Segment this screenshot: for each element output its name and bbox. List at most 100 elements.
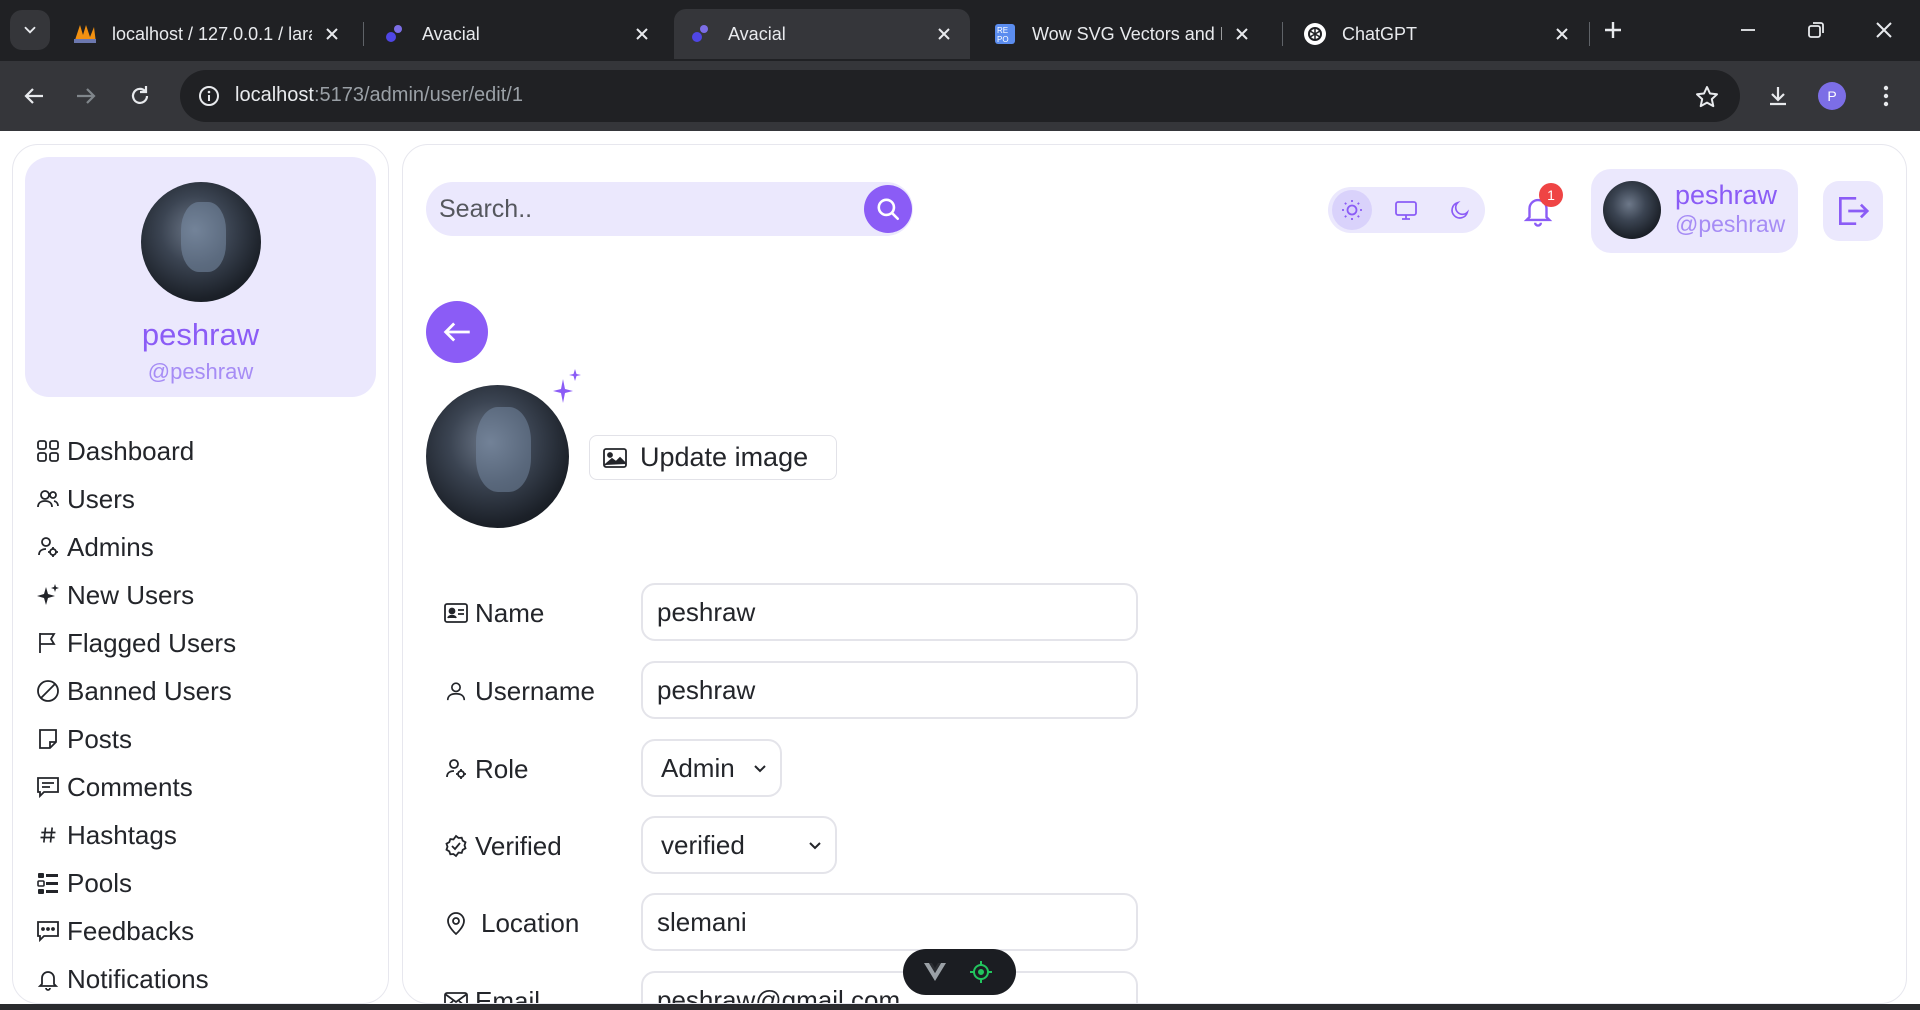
- tab-search-button[interactable]: [10, 10, 50, 50]
- email-field[interactable]: [641, 971, 1138, 1003]
- profile-avatar: P: [1818, 82, 1846, 110]
- search-icon: [877, 198, 900, 221]
- arrow-right-icon: [77, 88, 96, 104]
- avatar: [141, 182, 261, 302]
- sidebar-item-posts[interactable]: Posts: [35, 715, 375, 763]
- browser-menu-button[interactable]: [1866, 76, 1906, 116]
- restore-icon: [1808, 22, 1824, 38]
- minimize-button[interactable]: [1728, 10, 1768, 50]
- downloads-button[interactable]: [1758, 76, 1798, 116]
- back-button[interactable]: [426, 301, 488, 363]
- tab-separator: [363, 22, 364, 46]
- logout-button[interactable]: [1823, 181, 1883, 241]
- admin-icon: [35, 534, 61, 560]
- profile-handle: @peshraw: [147, 359, 254, 384]
- verified-select[interactable]: verified: [641, 816, 837, 874]
- system-theme-button[interactable]: [1386, 190, 1426, 230]
- user-profile-chip[interactable]: peshraw @peshraw: [1591, 169, 1798, 253]
- search-input[interactable]: [426, 182, 846, 236]
- devtools-toolbar[interactable]: [903, 949, 1016, 995]
- role-select[interactable]: Admin: [641, 739, 782, 797]
- dark-theme-button[interactable]: [1440, 190, 1480, 230]
- close-icon: [1876, 22, 1892, 38]
- phpmyadmin-icon: [72, 21, 98, 47]
- profile-button[interactable]: P: [1812, 76, 1852, 116]
- bell-icon: [35, 966, 61, 992]
- close-tab-icon[interactable]: [630, 22, 654, 46]
- sidebar-item-users[interactable]: Users: [35, 475, 375, 523]
- reload-button[interactable]: [120, 76, 160, 116]
- vue-logo-icon[interactable]: [915, 952, 955, 992]
- forward-nav-button[interactable]: [66, 76, 106, 116]
- bookmark-star-icon[interactable]: [1692, 82, 1722, 112]
- sidebar-item-notifications[interactable]: Notifications: [35, 955, 375, 1003]
- sidebar-item-hashtags[interactable]: Hashtags: [35, 811, 375, 859]
- logout-icon: [1838, 196, 1870, 226]
- user-avatar-preview: [426, 385, 569, 528]
- poll-icon: [35, 870, 61, 896]
- sidebar-item-flagged-users[interactable]: Flagged Users: [35, 619, 375, 667]
- theme-toggle: [1328, 187, 1485, 233]
- close-tab-icon[interactable]: [1230, 22, 1254, 46]
- browser-tab-phpmyadmin[interactable]: localhost / 127.0.0.1 / lara: [58, 9, 358, 59]
- sidebar-item-feedbacks[interactable]: Feedbacks: [35, 907, 375, 955]
- browser-toolbar: localhost:5173/admin/user/edit/1 P: [0, 61, 1920, 131]
- notification-badge: 1: [1539, 183, 1563, 207]
- close-tab-icon[interactable]: [932, 22, 956, 46]
- back-nav-button[interactable]: [14, 76, 54, 116]
- username-field[interactable]: [641, 661, 1138, 719]
- sidebar-item-pools[interactable]: Pools: [35, 859, 375, 907]
- address-bar[interactable]: localhost:5173/admin/user/edit/1: [180, 70, 1740, 122]
- sidebar-item-dashboard[interactable]: Dashboard: [35, 427, 375, 475]
- light-theme-button[interactable]: [1332, 190, 1372, 230]
- user-icon: [443, 678, 469, 704]
- restore-button[interactable]: [1796, 10, 1836, 50]
- close-window-button[interactable]: [1864, 10, 1904, 50]
- sidebar-item-admins[interactable]: Admins: [35, 523, 375, 571]
- verified-label: Verified: [443, 826, 562, 866]
- sidebar-item-comments[interactable]: Comments: [35, 763, 375, 811]
- post-icon: [35, 726, 61, 752]
- browser-tab-chatgpt[interactable]: ChatGPT: [1288, 9, 1588, 59]
- location-label: Location: [443, 903, 579, 943]
- new-tab-button[interactable]: [1597, 14, 1629, 46]
- sidebar: peshraw @peshraw Dashboard Users Admins …: [12, 144, 389, 1004]
- dashboard-icon: [35, 438, 61, 464]
- location-field[interactable]: [641, 893, 1138, 951]
- taskbar-edge: [0, 1004, 1920, 1010]
- avacial-icon: [688, 21, 714, 47]
- comment-icon: [35, 774, 61, 800]
- svg-text:PO: PO: [997, 35, 1009, 44]
- email-label: Email: [443, 981, 540, 1003]
- monitor-icon: [1395, 201, 1417, 220]
- close-tab-icon[interactable]: [320, 22, 344, 46]
- tab-separator: [1282, 22, 1283, 46]
- sidebar-item-banned-users[interactable]: Banned Users: [35, 667, 375, 715]
- browser-tab-avacial-active[interactable]: Avacial: [674, 9, 970, 59]
- sidebar-item-new-users[interactable]: New Users: [35, 571, 375, 619]
- svg-text:RE: RE: [997, 26, 1008, 35]
- profile-name: peshraw: [141, 317, 260, 352]
- close-tab-icon[interactable]: [1550, 22, 1574, 46]
- sparkle-icon: [35, 582, 61, 608]
- browser-tab-avacial-1[interactable]: Avacial: [368, 9, 668, 59]
- site-info-icon[interactable]: [194, 81, 224, 111]
- users-icon: [35, 486, 61, 512]
- chevron-down-icon: [24, 26, 36, 34]
- image-icon: [602, 445, 628, 471]
- update-image-button[interactable]: Update image: [589, 435, 837, 480]
- url-text[interactable]: localhost:5173/admin/user/edit/1: [235, 84, 523, 107]
- minimize-icon: [1741, 29, 1755, 31]
- download-icon: [1770, 87, 1786, 106]
- browser-tab-svgrepo[interactable]: REPO Wow SVG Vectors and Icons: [978, 9, 1268, 59]
- sidebar-nav: Dashboard Users Admins New Users Flagged…: [35, 427, 375, 1003]
- role-label: Role: [443, 749, 528, 789]
- chatgpt-icon: [1302, 21, 1328, 47]
- chevron-down-icon: [750, 758, 770, 778]
- name-field[interactable]: [641, 583, 1138, 641]
- sidebar-profile-card[interactable]: peshraw @peshraw: [25, 157, 376, 397]
- search-button[interactable]: [864, 185, 912, 233]
- location-pin-icon: [443, 910, 469, 936]
- crosshair-icon[interactable]: [961, 952, 1001, 992]
- envelope-icon: [443, 988, 469, 1003]
